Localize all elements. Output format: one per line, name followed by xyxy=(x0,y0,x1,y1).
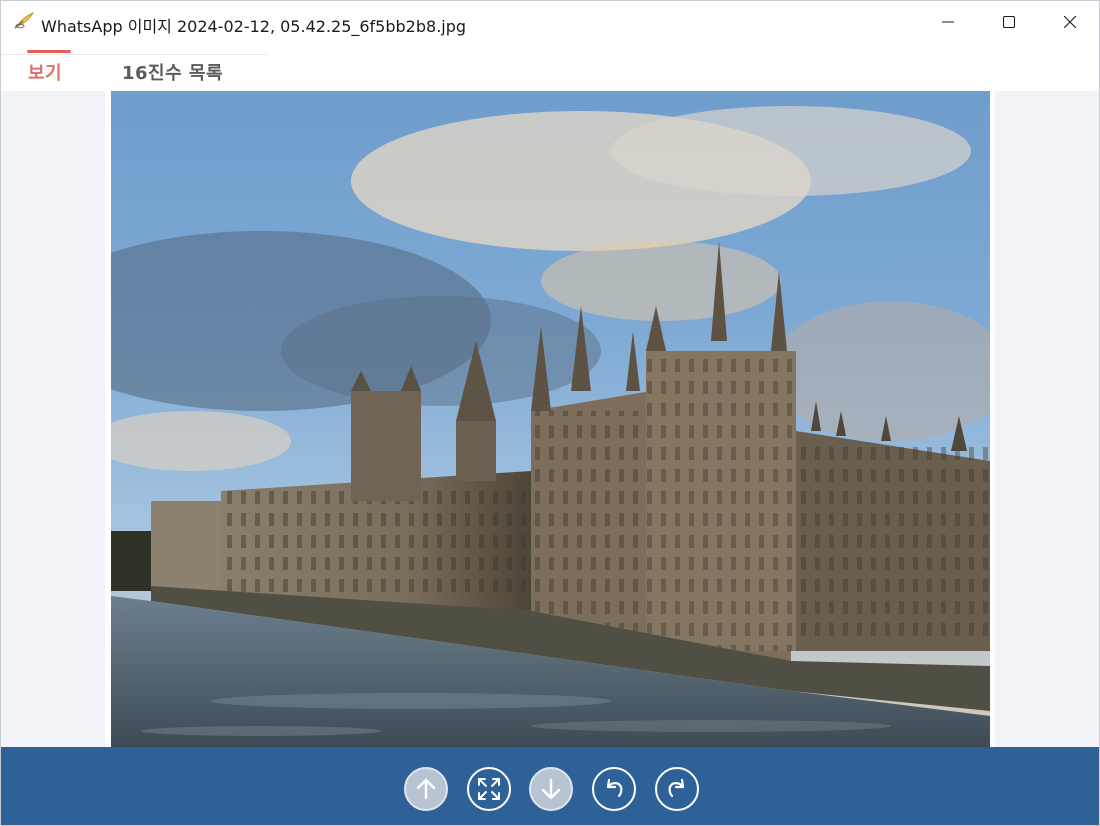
tab-view[interactable]: 보기 xyxy=(28,59,62,85)
bottom-toolbar xyxy=(1,747,1099,825)
arrow-down-icon xyxy=(538,776,564,802)
close-button[interactable] xyxy=(1040,1,1099,43)
image-viewer-window: WhatsApp 이미지 2024-02-12, 05.42.25_6f5bb2… xyxy=(0,0,1100,826)
image-area xyxy=(1,91,1099,747)
tab-hex-list[interactable]: 16진수 목록 xyxy=(122,59,223,85)
maximize-icon xyxy=(1003,16,1015,28)
right-margin xyxy=(995,91,1099,747)
feather-quill-icon xyxy=(13,11,35,31)
minimize-icon xyxy=(942,16,954,28)
minimize-button[interactable] xyxy=(918,1,978,43)
fit-to-screen-icon xyxy=(476,776,502,802)
left-margin xyxy=(1,91,105,747)
tab-bar: 보기 16진수 목록 xyxy=(1,45,1099,91)
tab-strip-divider xyxy=(1,54,267,55)
active-tab-indicator xyxy=(27,50,71,53)
photo-palace-of-westminster[interactable] xyxy=(111,91,990,747)
rotate-right-button[interactable] xyxy=(655,767,699,811)
rotate-left-button[interactable] xyxy=(592,767,636,811)
arrow-up-icon xyxy=(413,776,439,802)
title-bar[interactable]: WhatsApp 이미지 2024-02-12, 05.42.25_6f5bb2… xyxy=(1,1,1099,45)
rotate-right-icon xyxy=(664,776,690,802)
maximize-button[interactable] xyxy=(979,1,1039,43)
next-image-button[interactable] xyxy=(529,767,573,811)
close-icon xyxy=(1064,16,1076,28)
previous-image-button[interactable] xyxy=(404,767,448,811)
window-title: WhatsApp 이미지 2024-02-12, 05.42.25_6f5bb2… xyxy=(41,17,467,36)
rotate-left-icon xyxy=(601,776,627,802)
fit-to-screen-button[interactable] xyxy=(467,767,511,811)
